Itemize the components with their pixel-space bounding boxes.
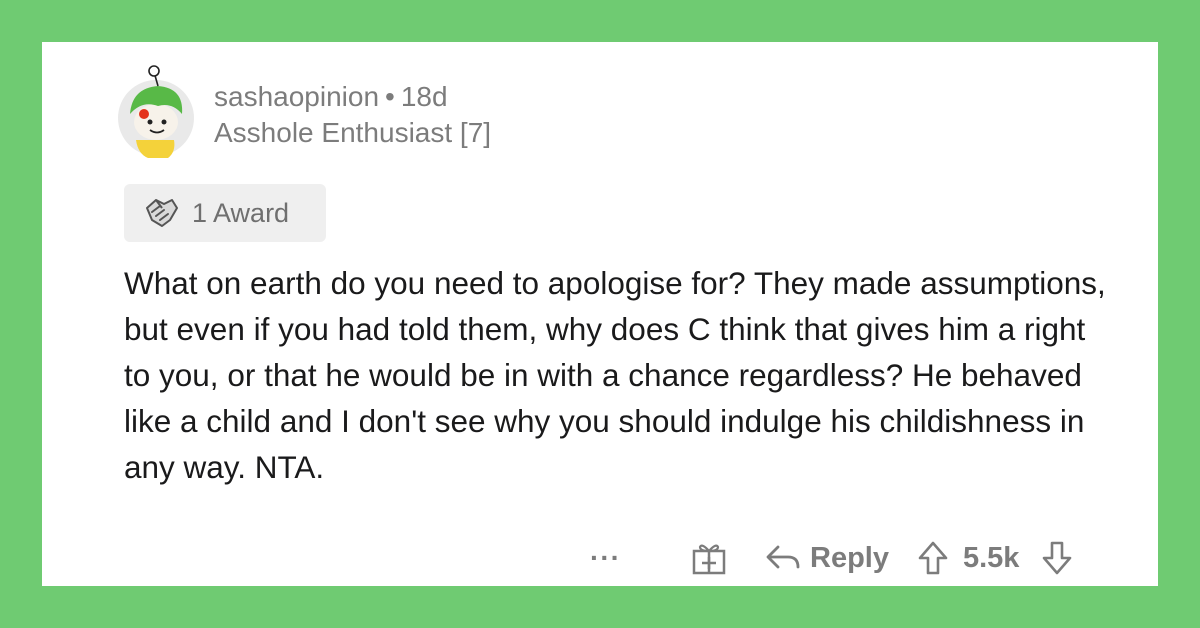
handshake-award-icon bbox=[146, 199, 178, 227]
username-link[interactable]: sashaopinion bbox=[214, 81, 379, 112]
award-badge[interactable]: 1 Award bbox=[124, 184, 326, 242]
reply-label: Reply bbox=[810, 541, 889, 574]
comment-age[interactable]: 18d bbox=[401, 81, 448, 112]
reply-arrow-icon bbox=[766, 545, 800, 569]
comment-body: What on earth do you need to apologise f… bbox=[124, 265, 1106, 485]
user-flair: Asshole Enthusiast [7] bbox=[214, 117, 492, 148]
comment-meta: sashaopinion • 18d Asshole Enthusiast [7] bbox=[214, 80, 491, 152]
upvote-arrow-icon[interactable] bbox=[917, 540, 949, 576]
comment-actions: ··· Reply 5.5k bbox=[582, 536, 1122, 580]
award-label: 1 Award bbox=[192, 197, 290, 228]
downvote-arrow-icon[interactable] bbox=[1041, 540, 1073, 576]
meta-separator: • bbox=[385, 81, 395, 112]
gift-award-icon[interactable] bbox=[690, 539, 728, 577]
avatar[interactable] bbox=[114, 62, 196, 158]
vote-score: 5.5k bbox=[962, 541, 1020, 574]
more-options-button[interactable]: ··· bbox=[590, 542, 650, 574]
snoo-avatar-icon bbox=[118, 65, 194, 158]
comment-card: sashaopinion • 18d Asshole Enthusiast [7] … bbox=[42, 42, 1158, 586]
reply-button[interactable]: Reply bbox=[764, 542, 889, 575]
username-row: sashaopinion • 18d bbox=[214, 80, 491, 114]
